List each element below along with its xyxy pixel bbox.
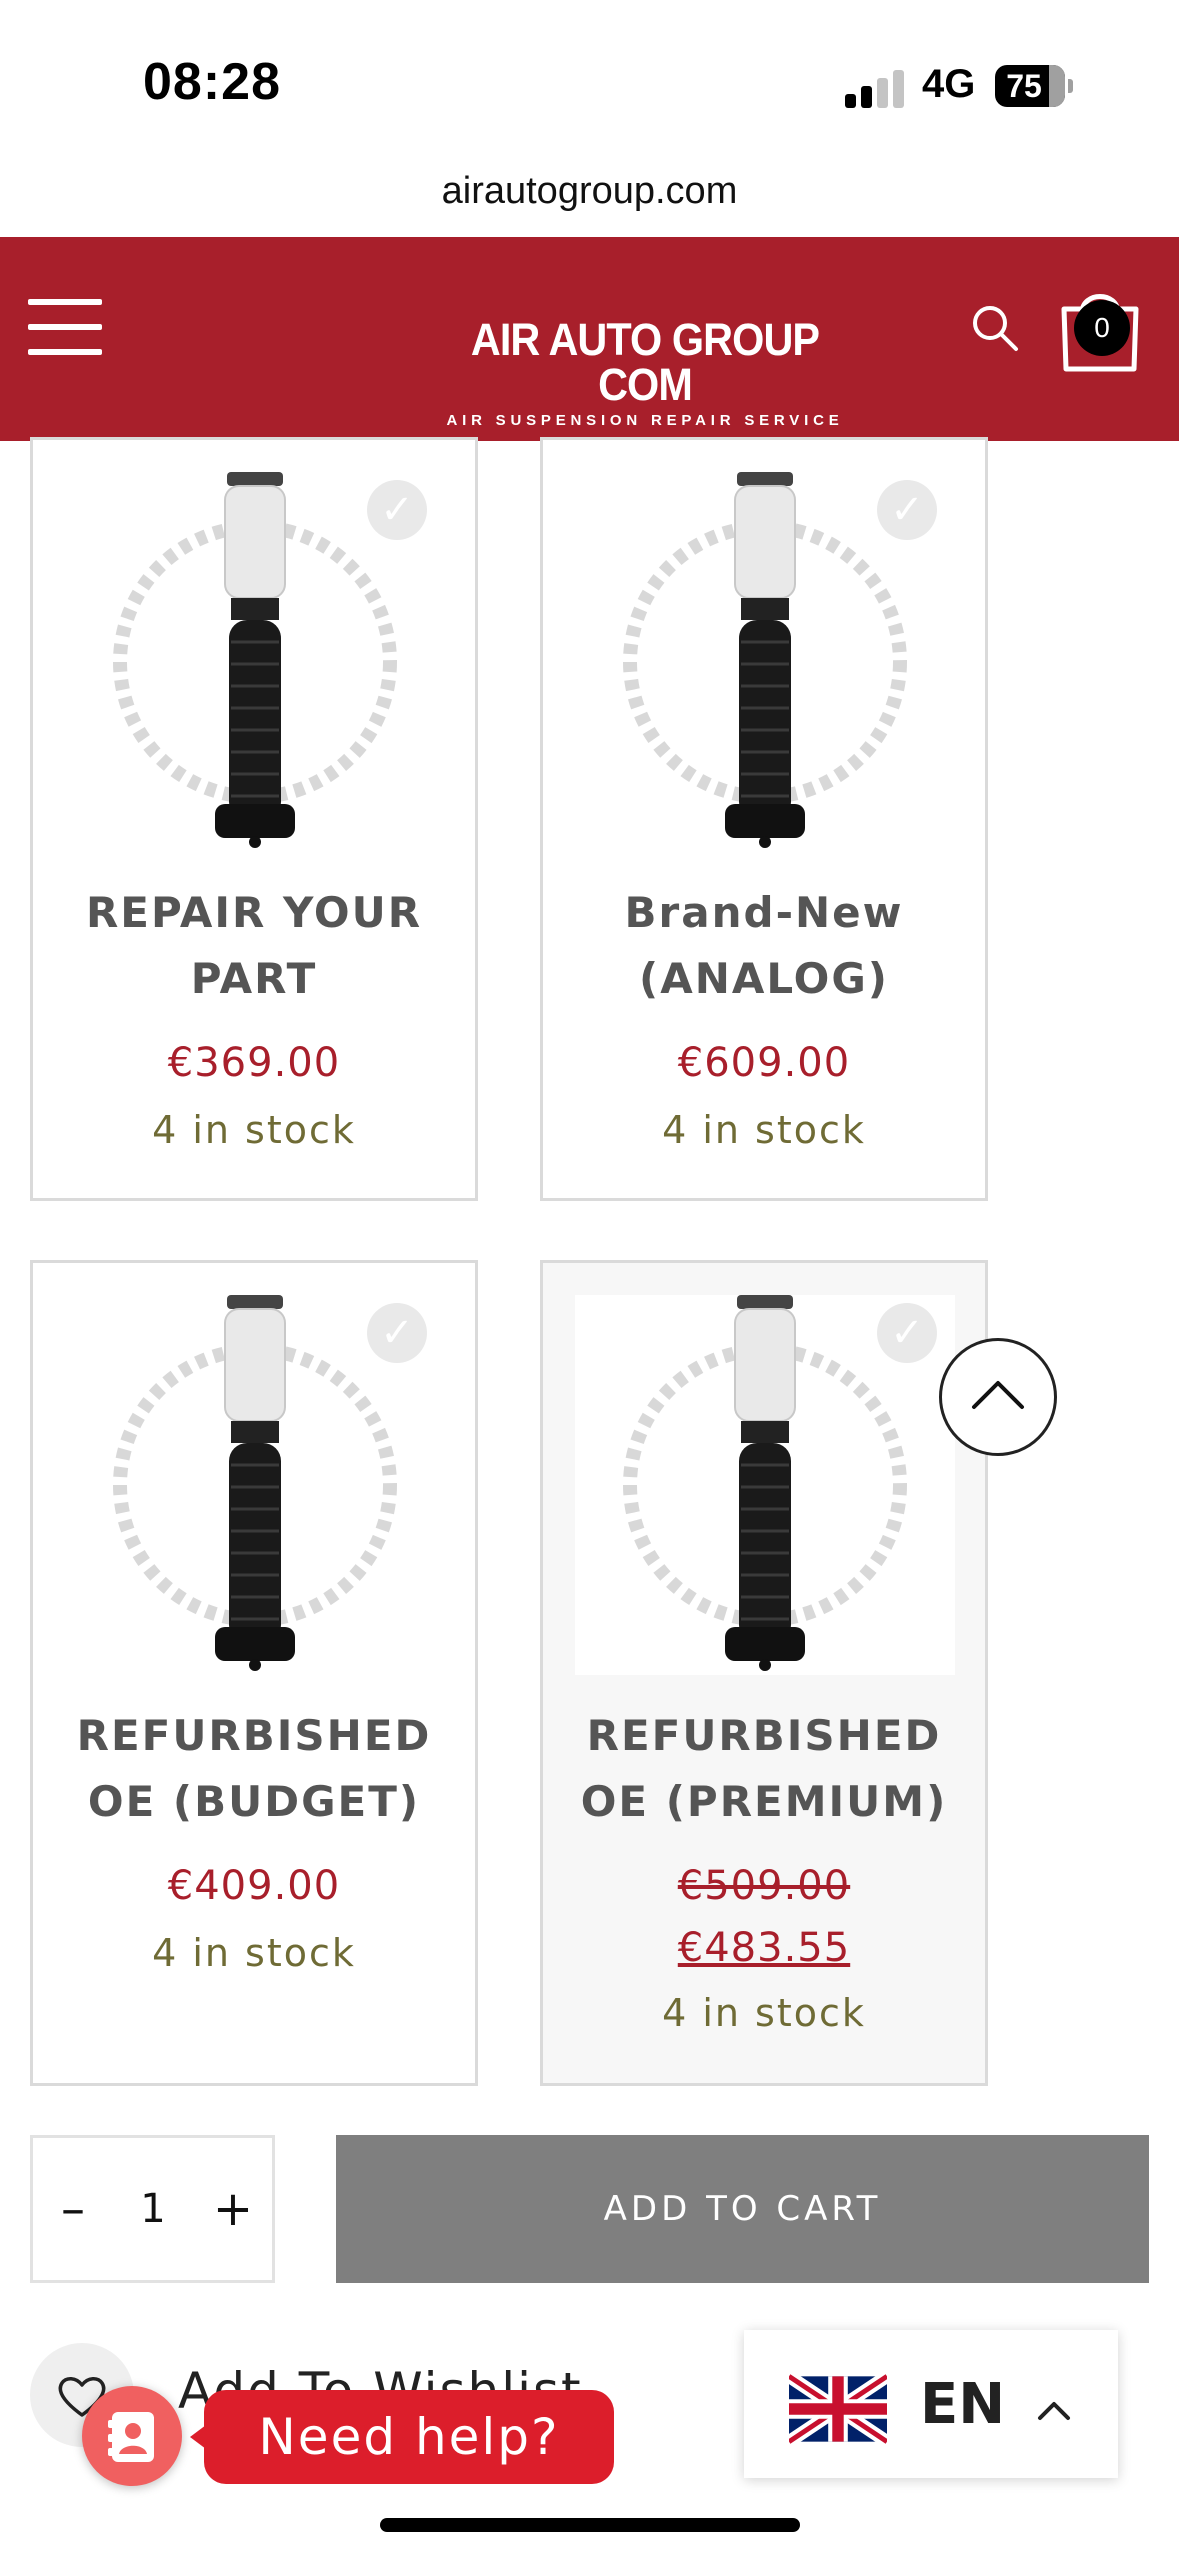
product-title-line2: OE (BUDGET) bbox=[87, 1777, 421, 1826]
network-type: 4G bbox=[922, 62, 976, 106]
product-price: €369.00 bbox=[167, 1040, 341, 1086]
battery-icon: 75 bbox=[995, 65, 1065, 107]
product-title-line2: OE (PREMIUM) bbox=[580, 1777, 948, 1826]
quantity-stepper: – 1 + bbox=[30, 2135, 275, 2283]
product-option-card[interactable]: ✓ Brand-New (ANALOG) €609.00 4 in stock bbox=[540, 437, 988, 1201]
url-bar[interactable]: airautogroup.com bbox=[0, 170, 1179, 213]
product-title-line1: Brand-New bbox=[624, 888, 904, 937]
product-title-line1: REFURBISHED bbox=[586, 1711, 942, 1760]
home-indicator[interactable] bbox=[380, 2518, 800, 2532]
uk-flag-icon bbox=[789, 2370, 887, 2448]
status-bar: 08:28 4G 75 bbox=[0, 0, 1179, 150]
logo-title: AIR AUTO GROUP COM bbox=[470, 314, 820, 410]
cart-count-badge[interactable]: 0 bbox=[1074, 300, 1130, 356]
help-chat-button[interactable] bbox=[82, 2386, 182, 2486]
product-price: €409.00 bbox=[167, 1863, 341, 1909]
product-option-card-selected[interactable]: ✓ REFURBISHED OE (PREMIUM) €509.00 €483.… bbox=[540, 1260, 988, 2086]
check-icon: ✓ bbox=[367, 480, 427, 540]
product-title-line1: REFURBISHED bbox=[76, 1711, 432, 1760]
contact-book-icon bbox=[108, 2412, 154, 2462]
chevron-up-icon bbox=[972, 1381, 1024, 1409]
site-header: AIR AUTO GROUP COM AIR SUSPENSION REPAIR… bbox=[0, 237, 1179, 441]
signal-strength-icon bbox=[845, 68, 905, 108]
product-option-card[interactable]: ✓ REFURBISHED OE (BUDGET) €409.00 4 in s… bbox=[30, 1260, 478, 2086]
product-title: REFURBISHED OE (BUDGET) bbox=[33, 1703, 475, 1835]
stock-status: 4 in stock bbox=[662, 1108, 866, 1152]
stock-status: 4 in stock bbox=[152, 1931, 356, 1975]
search-icon[interactable] bbox=[970, 303, 1020, 353]
site-logo[interactable]: AIR AUTO GROUP COM AIR SUSPENSION REPAIR… bbox=[440, 317, 850, 429]
product-title: Brand-New (ANALOG) bbox=[543, 880, 985, 1012]
product-title-line1: REPAIR YOUR bbox=[85, 888, 423, 937]
product-title-line2: PART bbox=[190, 954, 318, 1003]
scroll-to-top-button[interactable] bbox=[939, 1338, 1057, 1456]
check-icon: ✓ bbox=[877, 1303, 937, 1363]
add-to-cart-button[interactable]: ADD TO CART bbox=[336, 2135, 1149, 2283]
quantity-input[interactable]: 1 bbox=[113, 2138, 193, 2280]
need-help-button[interactable]: Need help? bbox=[204, 2390, 614, 2484]
product-title-line2: (ANALOG) bbox=[639, 954, 889, 1003]
stock-status: 4 in stock bbox=[662, 1991, 866, 2035]
language-switcher[interactable]: EN bbox=[744, 2330, 1118, 2478]
sale-price: €483.55 bbox=[677, 1925, 851, 1971]
status-time: 08:28 bbox=[143, 53, 281, 111]
quantity-decrease-button[interactable]: – bbox=[33, 2138, 113, 2280]
product-title: REFURBISHED OE (PREMIUM) bbox=[543, 1703, 985, 1835]
original-price: €509.00 bbox=[677, 1863, 851, 1909]
check-icon: ✓ bbox=[877, 480, 937, 540]
chevron-up-icon bbox=[1038, 2402, 1070, 2420]
battery-level: 75 bbox=[1006, 68, 1042, 104]
product-price: €609.00 bbox=[677, 1040, 851, 1086]
hamburger-menu-icon[interactable] bbox=[28, 299, 102, 355]
language-code: EN bbox=[920, 2372, 1006, 2437]
product-option-card[interactable]: ✓ REPAIR YOUR PART €369.00 4 in stock bbox=[30, 437, 478, 1201]
product-title: REPAIR YOUR PART bbox=[33, 880, 475, 1012]
quantity-increase-button[interactable]: + bbox=[193, 2138, 273, 2280]
check-icon: ✓ bbox=[367, 1303, 427, 1363]
stock-status: 4 in stock bbox=[152, 1108, 356, 1152]
battery-tip bbox=[1068, 79, 1073, 93]
logo-subtitle: AIR SUSPENSION REPAIR SERVICE bbox=[446, 412, 844, 429]
